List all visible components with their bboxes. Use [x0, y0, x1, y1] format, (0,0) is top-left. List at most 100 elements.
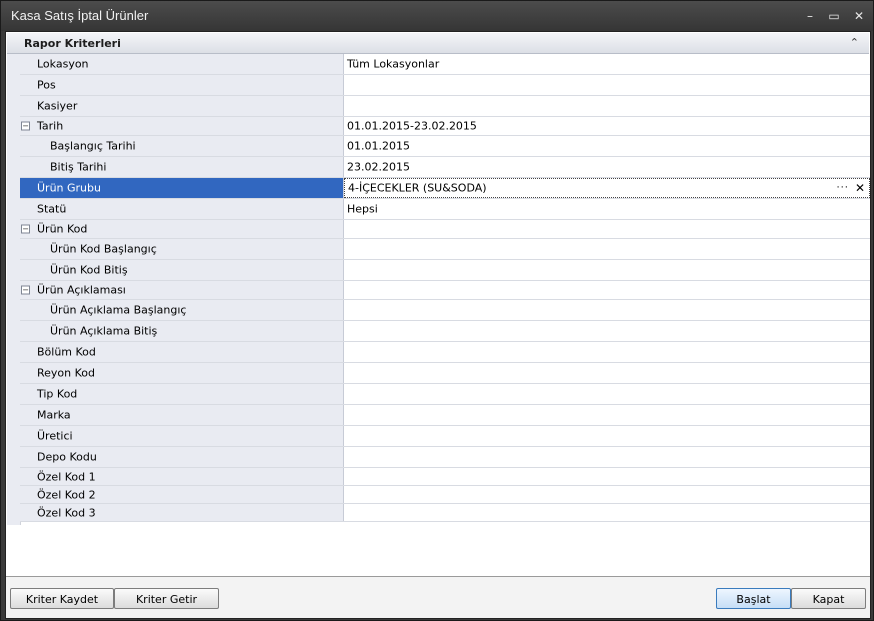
- grid-row-value-cell[interactable]: [344, 426, 870, 446]
- grid-row-value-cell[interactable]: [344, 384, 870, 404]
- minimize-button[interactable]: –: [801, 7, 819, 25]
- grid-row-value-cell[interactable]: [344, 239, 870, 259]
- grid-row[interactable]: Depo Kodu: [20, 447, 870, 468]
- grid-row-label-cell[interactable]: − Ürün Açıklaması: [20, 281, 344, 299]
- collapse-up-icon[interactable]: ⌃: [850, 36, 859, 49]
- grid-row-value-cell[interactable]: Tüm Lokasyonlar: [344, 54, 870, 74]
- grid-row[interactable]: Reyon Kod: [20, 363, 870, 384]
- grid-row[interactable]: Özel Kod 2: [20, 486, 870, 504]
- grid-row-label-cell[interactable]: Reyon Kod: [20, 363, 344, 383]
- grid-row-value-cell[interactable]: [344, 300, 870, 320]
- grid-row-value: 23.02.2015: [347, 160, 410, 174]
- grid-row[interactable]: − Ürün Kod: [20, 220, 870, 239]
- grid-row-value-cell[interactable]: [344, 504, 870, 521]
- grid-row-label-cell[interactable]: − Ürün Kod: [20, 220, 344, 238]
- collapse-minus-icon[interactable]: −: [21, 224, 30, 234]
- grid-row-label-cell[interactable]: Tip Kod: [20, 384, 344, 404]
- grid-row[interactable]: Bölüm Kod: [20, 342, 870, 363]
- start-button[interactable]: Başlat: [716, 588, 791, 609]
- grid-row-label: Ürün Kod Bitiş: [50, 263, 128, 277]
- ellipsis-browse-icon[interactable]: ···: [836, 183, 849, 194]
- grid-row[interactable]: Özel Kod 3: [20, 504, 870, 522]
- grid-row-value-cell[interactable]: [344, 342, 870, 362]
- grid-row-label: Özel Kod 2: [37, 488, 96, 501]
- grid-row[interactable]: Özel Kod 1: [20, 468, 870, 486]
- grid-row[interactable]: Ürün Grubu 4-İÇECEKLER (SU&SODA) ··· ✕: [20, 178, 870, 199]
- grid-row-value-cell[interactable]: [344, 96, 870, 116]
- grid-row[interactable]: Üretici: [20, 426, 870, 447]
- grid-row-label-cell[interactable]: − Tarih: [20, 117, 344, 135]
- grid-row-value-cell[interactable]: 4-İÇECEKLER (SU&SODA) ··· ✕: [344, 178, 870, 198]
- grid-row-label: Tarih: [37, 119, 64, 133]
- grid-row-label: Lokasyon: [37, 57, 89, 71]
- criteria-panel-title: Rapor Kriterleri: [24, 37, 121, 50]
- grid-row-label: Bitiş Tarihi: [50, 160, 107, 174]
- grid-row-label-cell[interactable]: Depo Kodu: [20, 447, 344, 467]
- grid-row-value-cell[interactable]: 01.01.2015-23.02.2015: [344, 117, 870, 135]
- load-criteria-button[interactable]: Kriter Getir: [114, 588, 219, 609]
- criteria-property-grid: Lokasyon Tüm Lokasyonlar Pos Kasiyer − Tarih 0…: [20, 54, 870, 522]
- grid-row-label-cell[interactable]: Marka: [20, 405, 344, 425]
- grid-row-label-cell[interactable]: Ürün Kod Bitiş: [20, 260, 344, 280]
- grid-row-label-cell[interactable]: Bitiş Tarihi: [20, 157, 344, 177]
- grid-row[interactable]: Lokasyon Tüm Lokasyonlar: [20, 54, 870, 75]
- grid-row-label-cell[interactable]: Ürün Açıklama Bitiş: [20, 321, 344, 341]
- grid-row-value-cell[interactable]: [344, 281, 870, 299]
- grid-row-value-cell[interactable]: [344, 260, 870, 280]
- grid-row-label-cell[interactable]: Ürün Kod Başlangıç: [20, 239, 344, 259]
- grid-row[interactable]: − Tarih 01.01.2015-23.02.2015: [20, 117, 870, 136]
- grid-row-label-cell[interactable]: Ürün Grubu: [20, 178, 344, 198]
- criteria-panel-header: Rapor Kriterleri ⌃: [7, 33, 869, 54]
- close-window-button[interactable]: ✕: [850, 7, 868, 25]
- grid-row[interactable]: Başlangıç Tarihi 01.01.2015: [20, 136, 870, 157]
- title-bar[interactable]: Kasa Satış İptal Ürünler – ▭ ✕: [1, 1, 873, 31]
- collapse-minus-icon[interactable]: −: [21, 121, 30, 131]
- grid-row[interactable]: Ürün Açıklama Bitiş: [20, 321, 870, 342]
- grid-row-value-cell[interactable]: [344, 468, 870, 485]
- grid-row-label: Ürün Açıklaması: [37, 283, 126, 297]
- window-title: Kasa Satış İptal Ürünler: [11, 8, 149, 23]
- grid-row-value-cell[interactable]: [344, 220, 870, 238]
- collapse-minus-icon[interactable]: −: [21, 285, 30, 295]
- grid-row-label: Pos: [37, 78, 56, 92]
- grid-row-label-cell[interactable]: Üretici: [20, 426, 344, 446]
- grid-row-value: Tüm Lokasyonlar: [347, 57, 440, 71]
- grid-row-value-cell[interactable]: [344, 75, 870, 95]
- maximize-button[interactable]: ▭: [825, 7, 843, 25]
- grid-row[interactable]: Ürün Açıklama Başlangıç: [20, 300, 870, 321]
- grid-row-label-cell[interactable]: Özel Kod 1: [20, 468, 344, 485]
- save-criteria-button[interactable]: Kriter Kaydet: [10, 588, 114, 609]
- grid-row-label: Özel Kod 1: [37, 470, 96, 483]
- grid-row[interactable]: Ürün Kod Başlangıç: [20, 239, 870, 260]
- grid-row-label-cell[interactable]: Kasiyer: [20, 96, 344, 116]
- grid-row-value-cell[interactable]: [344, 363, 870, 383]
- grid-row-value-cell[interactable]: [344, 447, 870, 467]
- grid-row[interactable]: Ürün Kod Bitiş: [20, 260, 870, 281]
- grid-row-value-cell[interactable]: [344, 486, 870, 503]
- grid-row-value-cell[interactable]: 23.02.2015: [344, 157, 870, 177]
- grid-row[interactable]: Pos: [20, 75, 870, 96]
- grid-row[interactable]: − Ürün Açıklaması: [20, 281, 870, 300]
- grid-row-label-cell[interactable]: Lokasyon: [20, 54, 344, 74]
- grid-row-label-cell[interactable]: Başlangıç Tarihi: [20, 136, 344, 156]
- grid-row-label-cell[interactable]: Statü: [20, 199, 344, 219]
- grid-row[interactable]: Bitiş Tarihi 23.02.2015: [20, 157, 870, 178]
- clear-value-icon[interactable]: ✕: [855, 181, 865, 195]
- grid-row[interactable]: Kasiyer: [20, 96, 870, 117]
- grid-row-value-cell[interactable]: 01.01.2015: [344, 136, 870, 156]
- grid-row-label-cell[interactable]: Bölüm Kod: [20, 342, 344, 362]
- grid-row-label: Özel Kod 3: [37, 506, 96, 519]
- grid-row-label: Ürün Kod: [37, 222, 88, 236]
- grid-row[interactable]: Tip Kod: [20, 384, 870, 405]
- criteria-panel: Rapor Kriterleri ⌃ Lokasyon Tüm Lokasyonl…: [6, 32, 870, 577]
- grid-row-label-cell[interactable]: Ürün Açıklama Başlangıç: [20, 300, 344, 320]
- grid-row-value-cell[interactable]: [344, 405, 870, 425]
- grid-row-value-cell[interactable]: Hepsi: [344, 199, 870, 219]
- grid-row[interactable]: Marka: [20, 405, 870, 426]
- grid-row[interactable]: Statü Hepsi: [20, 199, 870, 220]
- grid-row-label-cell[interactable]: Özel Kod 2: [20, 486, 344, 503]
- close-button[interactable]: Kapat: [791, 588, 866, 609]
- grid-row-label-cell[interactable]: Özel Kod 3: [20, 504, 344, 521]
- grid-row-value-cell[interactable]: [344, 321, 870, 341]
- grid-row-label-cell[interactable]: Pos: [20, 75, 344, 95]
